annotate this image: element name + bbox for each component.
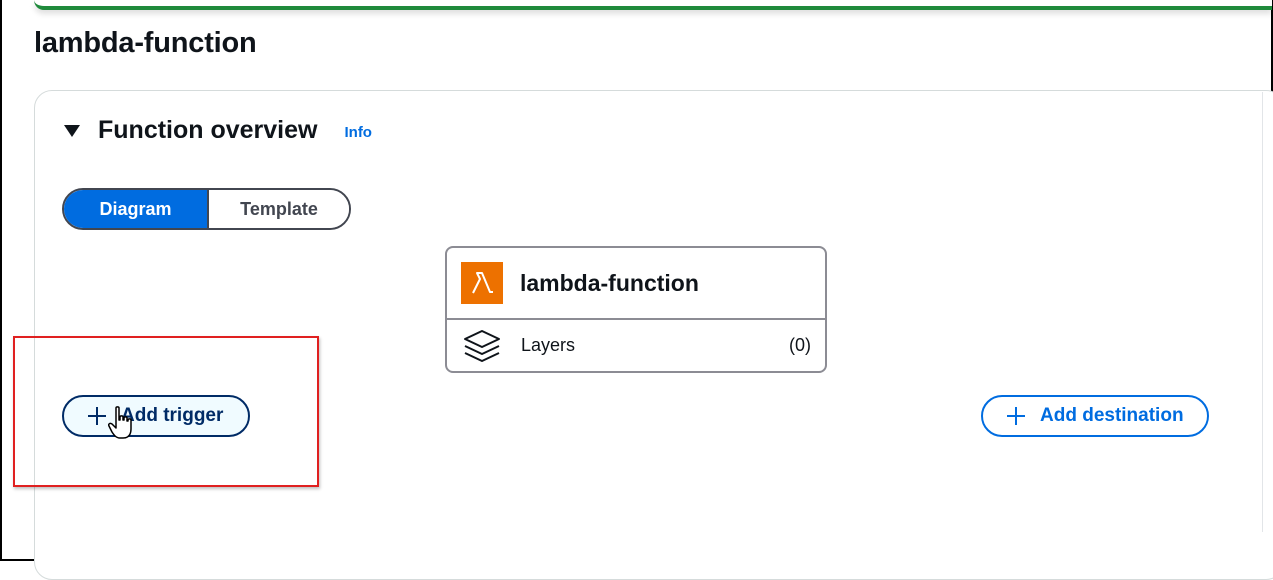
layers-label: Layers <box>521 335 576 355</box>
success-flashbar <box>34 0 1272 10</box>
add-destination-button[interactable]: Add destination <box>981 395 1209 437</box>
function-card-header[interactable]: lambda-function <box>447 248 825 320</box>
scrollbar-track[interactable] <box>1262 92 1272 532</box>
view-segmented-control: Diagram Template <box>62 188 351 230</box>
caret-down-icon[interactable] <box>64 125 80 137</box>
tab-template[interactable]: Template <box>209 190 349 228</box>
tab-diagram[interactable]: Diagram <box>64 190 209 228</box>
panel-title: Function overview <box>98 115 318 144</box>
function-card[interactable]: lambda-function Layers (0) <box>445 246 827 373</box>
info-link[interactable]: Info <box>344 124 372 141</box>
layers-icon <box>462 328 502 364</box>
add-trigger-button[interactable]: Add trigger <box>62 395 250 437</box>
add-trigger-label: Add trigger <box>121 405 224 426</box>
function-name: lambda-function <box>520 269 699 296</box>
plus-icon <box>1007 407 1025 425</box>
add-destination-label: Add destination <box>1040 405 1184 426</box>
layers-count: (0) <box>789 335 811 355</box>
page-title: lambda-function <box>34 27 257 59</box>
function-overview-header[interactable]: Function overview Info <box>64 113 372 147</box>
layers-row[interactable]: Layers (0) <box>447 320 825 371</box>
plus-icon <box>88 407 106 425</box>
lambda-icon <box>461 262 503 304</box>
